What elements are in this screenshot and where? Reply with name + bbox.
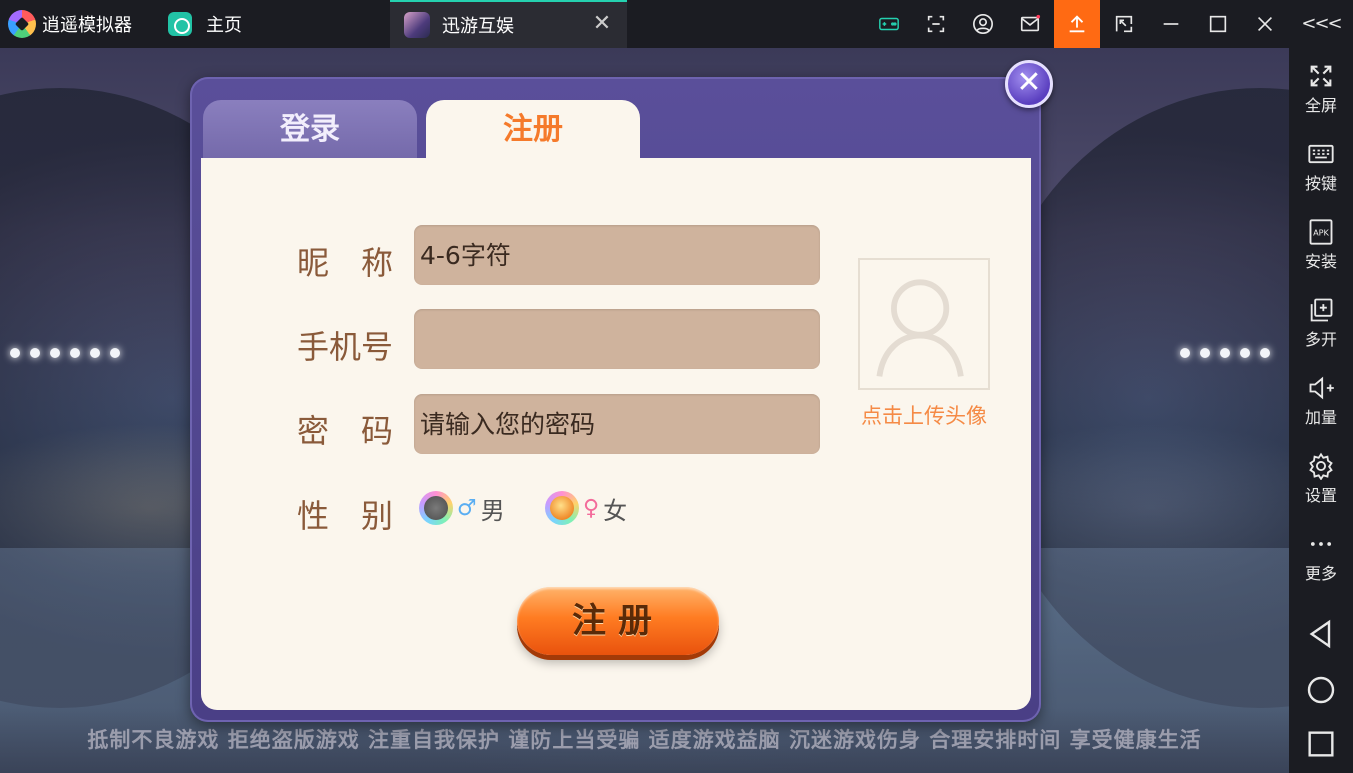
sidebar-item-keys[interactable]: 按键 xyxy=(1289,132,1353,202)
minimize-icon[interactable] xyxy=(1148,0,1194,48)
sidebar-label-volume: 加量 xyxy=(1304,408,1337,427)
multi-open-icon xyxy=(1310,298,1333,322)
sidebar-item-volume[interactable]: 加量 xyxy=(1289,366,1353,436)
gender-male-option[interactable]: ♂ 男 xyxy=(419,490,505,526)
close-icon[interactable] xyxy=(1242,0,1288,48)
sidebar-item-settings[interactable]: 设置 xyxy=(1289,444,1353,514)
sidebar-item-install[interactable]: APK 安装 xyxy=(1289,210,1353,280)
password-input[interactable] xyxy=(414,394,820,454)
register-dialog: 登录 注册 ✕ 昵 称 手机号 密 码 性 别 ♂ 男 xyxy=(190,60,1053,722)
phone-field-box xyxy=(414,309,820,369)
sidebar-label-more: 更多 xyxy=(1304,564,1337,583)
stadium-lights-right xyxy=(1180,348,1270,362)
emulator-sidebar: <<< 全屏 按键 APK 安装 多开 加量 设置 更多 xyxy=(1289,0,1353,773)
scale-icon[interactable] xyxy=(1101,0,1147,48)
male-radio[interactable] xyxy=(419,491,453,525)
app-logo-icon xyxy=(8,10,36,38)
sidebar-label-fullscreen: 全屏 xyxy=(1304,96,1337,115)
keyboard-icon xyxy=(1308,144,1334,164)
dialog-close-button[interactable]: ✕ xyxy=(1005,60,1053,108)
sidebar-collapse-button[interactable]: <<< xyxy=(1289,0,1353,48)
svg-text:APK: APK xyxy=(1313,228,1329,238)
back-icon[interactable] xyxy=(1305,618,1337,650)
app-brand: 逍遥模拟器 xyxy=(8,9,132,39)
female-symbol-icon: ♀ xyxy=(583,495,600,521)
sidebar-label-install: 安装 xyxy=(1304,252,1337,271)
stadium-lights-left xyxy=(10,348,120,362)
female-radio[interactable] xyxy=(545,491,579,525)
sidebar-label-keys: 按键 xyxy=(1304,174,1337,193)
tab-home[interactable]: 主页 xyxy=(160,0,388,48)
phone-input[interactable] xyxy=(414,309,820,369)
upload-icon[interactable] xyxy=(1054,0,1100,48)
gamepad-icon[interactable] xyxy=(866,0,912,48)
apk-icon: APK xyxy=(1309,219,1333,245)
home-tab-icon xyxy=(168,12,192,36)
male-label: 男 xyxy=(480,496,505,525)
sidebar-item-more[interactable]: 更多 xyxy=(1289,522,1353,592)
password-field-box xyxy=(414,394,820,454)
volume-up-icon xyxy=(1309,376,1334,400)
nickname-field-box xyxy=(414,225,820,285)
tab-close-icon[interactable]: ✕ xyxy=(591,13,613,35)
tab-game[interactable]: 迅游互娱 ✕ xyxy=(390,0,627,48)
sidebar-item-multi[interactable]: 多开 xyxy=(1289,288,1353,358)
sidebar-item-fullscreen[interactable]: 全屏 xyxy=(1289,54,1353,124)
recent-square-icon[interactable] xyxy=(1305,728,1337,760)
user-icon[interactable] xyxy=(960,0,1006,48)
maximize-icon[interactable] xyxy=(1195,0,1241,48)
avatar-placeholder-icon xyxy=(876,279,964,377)
more-icon xyxy=(1310,542,1332,546)
game-screen: 抵制不良游戏 拒绝盗版游戏 注重自我保护 谨防上当受骗 适度游戏益脑 沉迷游戏伤… xyxy=(0,48,1289,773)
sidebar-label-settings: 设置 xyxy=(1304,486,1337,505)
nickname-label: 昵 称 xyxy=(297,244,394,282)
male-symbol-icon: ♂ xyxy=(457,495,477,521)
sidebar-label-multi: 多开 xyxy=(1304,330,1337,349)
gender-label: 性 别 xyxy=(297,497,394,535)
phone-label: 手机号 xyxy=(297,328,394,366)
tab-register[interactable]: 注册 xyxy=(426,100,640,160)
home-circle-icon[interactable] xyxy=(1305,674,1337,706)
mail-icon[interactable] xyxy=(1007,0,1053,48)
register-submit-button[interactable]: 注册 xyxy=(517,587,719,655)
avatar-upload[interactable] xyxy=(858,258,990,390)
tab-home-label: 主页 xyxy=(206,15,242,36)
gender-female-option[interactable]: ♀ 女 xyxy=(545,490,627,526)
avatar-upload-label[interactable]: 点击上传头像 xyxy=(849,400,999,430)
nickname-input[interactable] xyxy=(414,225,820,285)
gear-icon xyxy=(1309,452,1333,480)
screenshot-icon[interactable] xyxy=(913,0,959,48)
register-form: 昵 称 手机号 密 码 性 别 ♂ 男 ♀ 女 xyxy=(201,158,1031,710)
tab-login[interactable]: 登录 xyxy=(203,100,417,160)
game-app-icon xyxy=(404,12,430,38)
female-label: 女 xyxy=(603,496,628,525)
title-bar: 逍遥模拟器 主页 迅游互娱 ✕ xyxy=(0,0,1353,48)
password-label: 密 码 xyxy=(297,412,394,450)
app-name: 逍遥模拟器 xyxy=(42,15,132,36)
tab-game-label: 迅游互娱 xyxy=(442,16,514,37)
fullscreen-icon xyxy=(1310,65,1332,87)
